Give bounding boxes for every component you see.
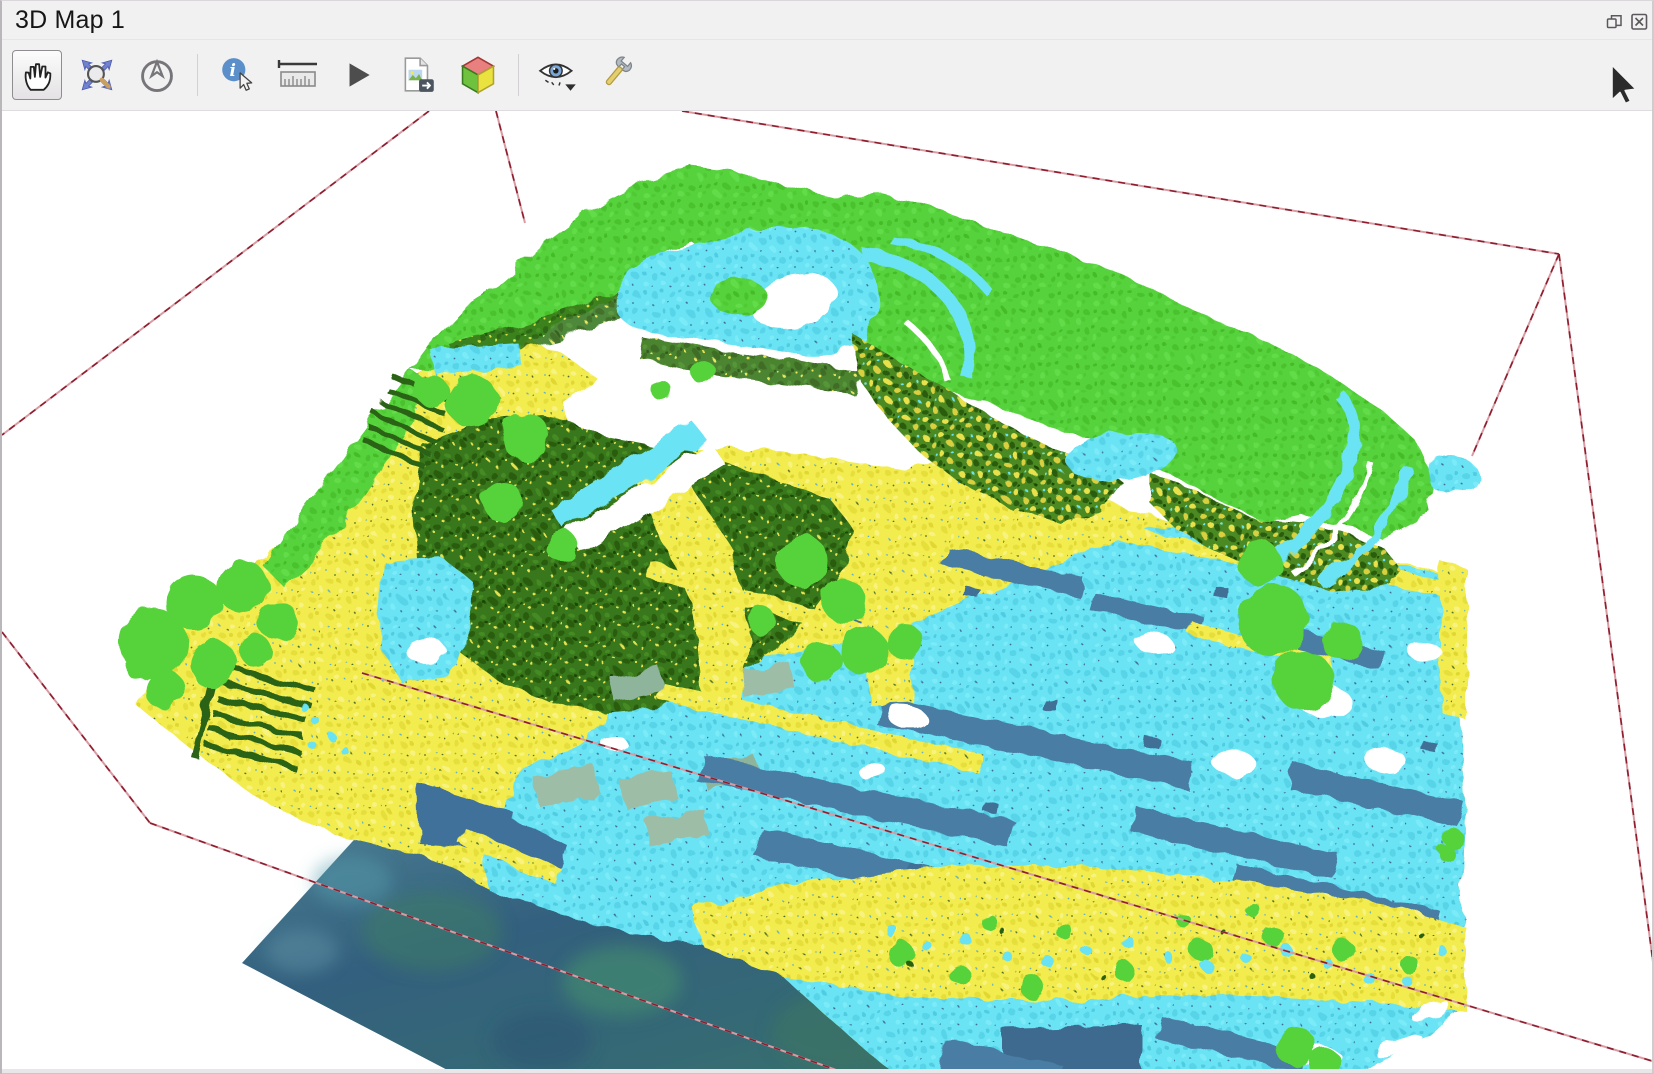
image-file-export-icon: [398, 55, 438, 95]
save-as-image-button[interactable]: [393, 50, 443, 100]
3d-map-window: 3D Map 1: [0, 0, 1654, 1074]
wrench-icon: [599, 55, 639, 95]
play-icon: [340, 57, 376, 93]
pan-hand-icon: [19, 57, 55, 93]
rgb-cube-icon: [457, 54, 499, 96]
camera-pan-button[interactable]: [12, 50, 62, 100]
ruler-icon: [276, 55, 320, 95]
close-icon: [1629, 12, 1650, 32]
toolbar-separator: [518, 54, 519, 96]
map-toolbar: i: [2, 39, 1652, 111]
eye-dropdown-icon: [537, 55, 581, 95]
identify-button[interactable]: i: [213, 50, 263, 100]
toolbar-separator: [197, 54, 198, 96]
close-window-button[interactable]: [1629, 12, 1650, 32]
zoom-full-button[interactable]: [72, 50, 122, 100]
title-bar[interactable]: 3D Map 1: [2, 1, 1652, 39]
options-button[interactable]: [594, 50, 644, 100]
zoom-full-icon: [78, 56, 116, 94]
window-bottom-edge: [2, 1069, 1652, 1073]
float-window-icon: [1604, 12, 1625, 32]
export-3d-scene-button[interactable]: [453, 50, 503, 100]
map-3d-scene[interactable]: [2, 1, 1654, 1074]
float-window-button[interactable]: [1604, 12, 1625, 32]
window-title: 3D Map 1: [2, 6, 125, 35]
animations-button[interactable]: [333, 50, 383, 100]
measurement-line-button[interactable]: [273, 50, 323, 100]
window-controls: [1604, 12, 1650, 32]
compass-icon: [137, 55, 177, 95]
camera-view-button[interactable]: [534, 50, 584, 100]
identify-info-cursor-icon: i: [218, 55, 258, 95]
on-screen-navigation-button[interactable]: [132, 50, 182, 100]
svg-text:i: i: [230, 60, 236, 80]
